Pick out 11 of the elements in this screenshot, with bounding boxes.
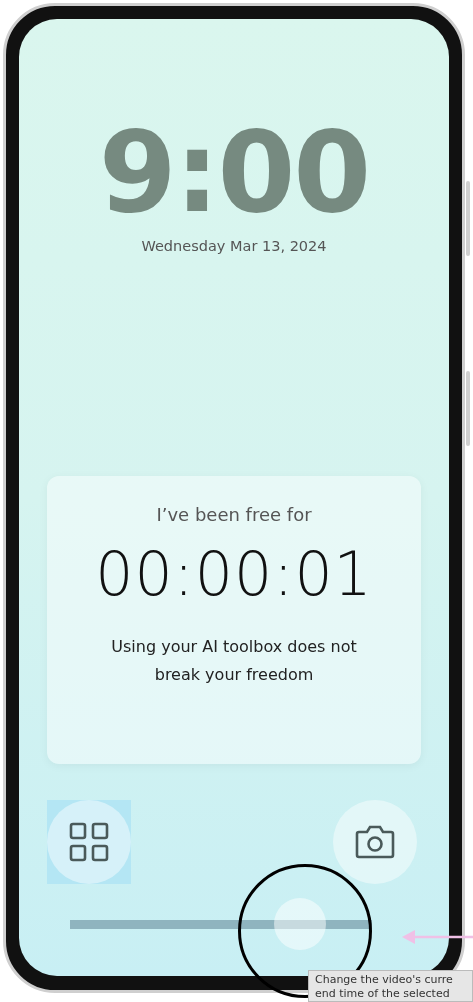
apps-button[interactable] bbox=[47, 800, 131, 884]
grid-icon bbox=[69, 822, 109, 862]
tooltip-text: Change the video's curre bbox=[315, 973, 454, 987]
pointer-arrow-icon bbox=[401, 929, 473, 945]
card-message: Using your AI toolbox does not break your freedom bbox=[110, 636, 358, 686]
clock-date: Wednesday Mar 13, 2024 bbox=[141, 238, 327, 254]
card-heading: I’ve been free for bbox=[156, 504, 312, 525]
tooltip-text: end time of the selected bbox=[315, 987, 451, 1001]
clock-time: 9:00 bbox=[98, 112, 370, 232]
elapsed-timer: 00:00:01 bbox=[95, 539, 373, 609]
camera-icon bbox=[355, 825, 395, 859]
